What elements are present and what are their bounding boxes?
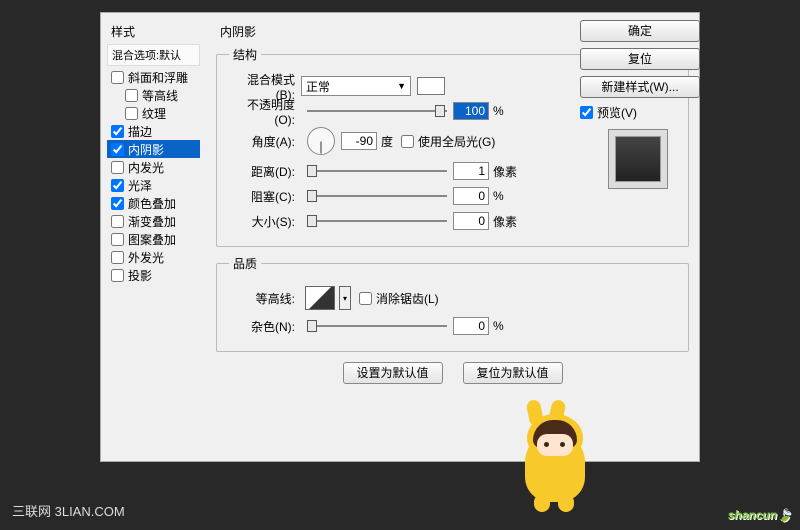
opacity-unit: % <box>493 104 504 118</box>
choke-input[interactable]: 0 <box>453 187 489 205</box>
style-item-contour[interactable]: 等高线 <box>107 86 200 104</box>
noise-label: 杂色(N): <box>229 318 301 335</box>
distance-unit: 像素 <box>493 163 517 180</box>
checkbox[interactable] <box>111 161 124 174</box>
distance-slider[interactable] <box>307 163 447 179</box>
distance-label: 距离(D): <box>229 163 301 180</box>
style-list: 斜面和浮雕 等高线 纹理 描边 内阴影 内发光 光泽 颜色叠加 渐变叠加 图案叠… <box>107 68 200 284</box>
checkbox[interactable] <box>111 251 124 264</box>
chevron-down-icon: ▼ <box>397 81 406 91</box>
style-item-color-overlay[interactable]: 颜色叠加 <box>107 194 200 212</box>
size-slider[interactable] <box>307 213 447 229</box>
quality-group: 品质 等高线: ▾ 消除锯齿(L) 杂色(N): 0 % <box>216 255 689 352</box>
contour-dropdown[interactable]: ▾ <box>339 286 351 310</box>
opacity-slider[interactable] <box>307 103 447 119</box>
style-item-gradient-overlay[interactable]: 渐变叠加 <box>107 212 200 230</box>
sidebar-title: 样式 <box>107 21 200 42</box>
checkbox[interactable] <box>125 107 138 120</box>
blending-options-row[interactable]: 混合选项:默认 <box>107 44 200 66</box>
style-item-pattern-overlay[interactable]: 图案叠加 <box>107 230 200 248</box>
noise-unit: % <box>493 319 504 333</box>
checkbox[interactable] <box>111 179 124 192</box>
opacity-input[interactable]: 100 <box>453 102 489 120</box>
style-item-bevel[interactable]: 斜面和浮雕 <box>107 68 200 86</box>
color-swatch[interactable] <box>417 77 445 95</box>
styles-sidebar: 样式 混合选项:默认 斜面和浮雕 等高线 纹理 描边 内阴影 内发光 光泽 颜色… <box>101 13 206 461</box>
set-default-button[interactable]: 设置为默认值 <box>343 362 443 384</box>
preview-inner <box>615 136 661 182</box>
reset-default-button[interactable]: 复位为默认值 <box>463 362 563 384</box>
choke-unit: % <box>493 189 504 203</box>
blend-mode-select[interactable]: 正常 ▼ <box>301 76 411 96</box>
checkbox[interactable] <box>125 89 138 102</box>
size-label: 大小(S): <box>229 213 301 230</box>
style-item-inner-glow[interactable]: 内发光 <box>107 158 200 176</box>
style-item-outer-glow[interactable]: 外发光 <box>107 248 200 266</box>
size-input[interactable]: 0 <box>453 212 489 230</box>
structure-legend: 结构 <box>229 46 261 63</box>
angle-label: 角度(A): <box>229 133 301 150</box>
preview-checkbox[interactable]: 预览(V) <box>580 104 710 121</box>
style-item-texture[interactable]: 纹理 <box>107 104 200 122</box>
checkbox[interactable] <box>111 233 124 246</box>
choke-label: 阻塞(C): <box>229 188 301 205</box>
size-unit: 像素 <box>493 213 517 230</box>
noise-input[interactable]: 0 <box>453 317 489 335</box>
checkbox[interactable] <box>111 269 124 282</box>
style-item-satin[interactable]: 光泽 <box>107 176 200 194</box>
choke-slider[interactable] <box>307 188 447 204</box>
checkbox[interactable] <box>111 215 124 228</box>
style-item-stroke[interactable]: 描边 <box>107 122 200 140</box>
mascot-image <box>510 412 600 512</box>
contour-picker[interactable] <box>305 286 335 310</box>
new-style-button[interactable]: 新建样式(W)... <box>580 76 700 98</box>
checkbox[interactable] <box>111 143 124 156</box>
footer-text: 三联网 3LIAN.COM <box>12 501 125 520</box>
checkbox[interactable] <box>111 71 124 84</box>
preview-thumbnail <box>608 129 668 189</box>
watermark: shancun🍃 <box>728 503 792 524</box>
contour-label: 等高线: <box>229 290 301 307</box>
cancel-button[interactable]: 复位 <box>580 48 700 70</box>
quality-legend: 品质 <box>229 255 261 272</box>
antialias-checkbox[interactable]: 消除锯齿(L) <box>359 290 439 307</box>
style-item-drop-shadow[interactable]: 投影 <box>107 266 200 284</box>
ok-button[interactable]: 确定 <box>580 20 700 42</box>
leaf-icon: 🍃 <box>777 508 792 522</box>
angle-dial[interactable] <box>307 127 335 155</box>
style-item-inner-shadow[interactable]: 内阴影 <box>107 140 200 158</box>
angle-unit: 度 <box>381 133 393 150</box>
action-panel: 确定 复位 新建样式(W)... 预览(V) <box>580 20 710 189</box>
opacity-label: 不透明度(O): <box>229 96 301 127</box>
angle-input[interactable]: -90 <box>341 132 377 150</box>
noise-slider[interactable] <box>307 318 447 334</box>
distance-input[interactable]: 1 <box>453 162 489 180</box>
checkbox[interactable] <box>111 197 124 210</box>
global-light-checkbox[interactable]: 使用全局光(G) <box>401 133 495 150</box>
checkbox[interactable] <box>111 125 124 138</box>
